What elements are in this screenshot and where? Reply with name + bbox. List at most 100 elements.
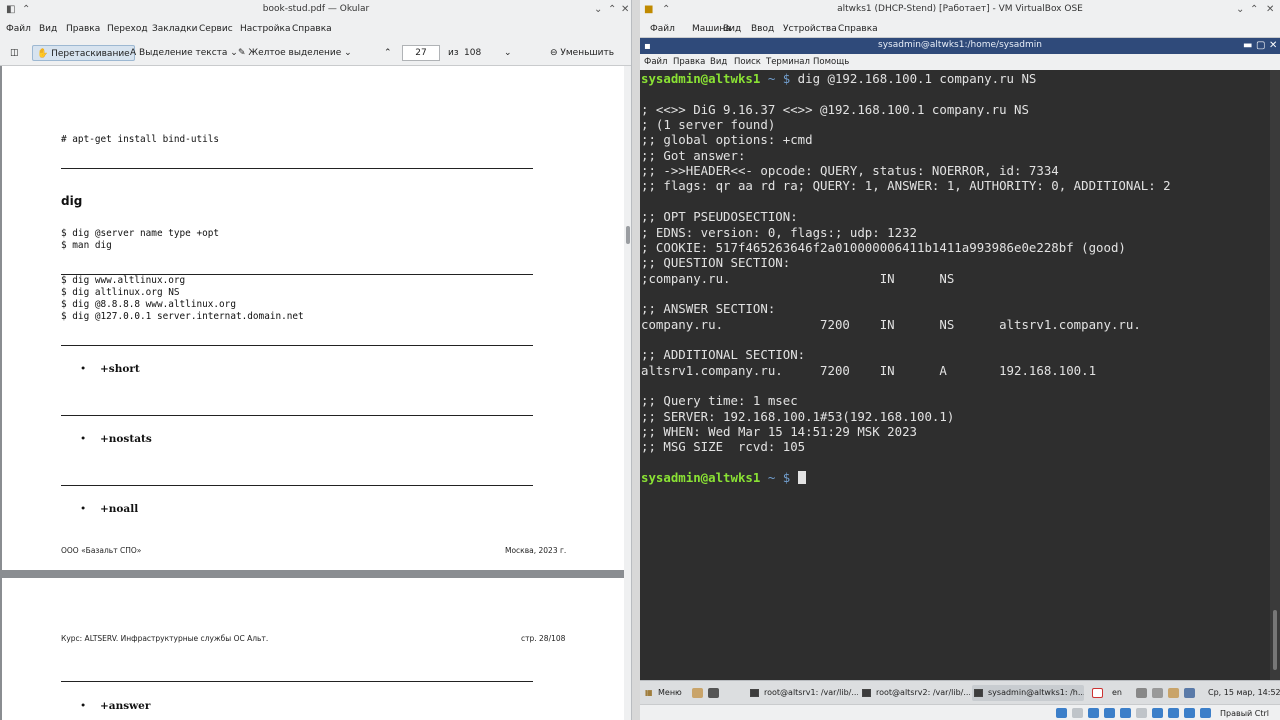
page-total: 108 bbox=[464, 48, 482, 58]
cpu-icon[interactable] bbox=[1184, 708, 1195, 718]
menu-edit[interactable]: Правка bbox=[673, 57, 705, 67]
minimize-icon[interactable]: ⌄ bbox=[594, 3, 602, 17]
start-menu-label: Меню bbox=[658, 688, 682, 697]
terminal-icon bbox=[862, 689, 871, 697]
hard-disk-icon[interactable] bbox=[1056, 708, 1067, 718]
menu-devices[interactable]: Устройства bbox=[783, 24, 837, 34]
display-icon[interactable] bbox=[1184, 688, 1195, 698]
scrollbar-thumb[interactable] bbox=[626, 226, 630, 244]
terminal-title: sysadmin@altwks1:/home/sysadmin bbox=[878, 40, 1042, 50]
battery-icon[interactable] bbox=[1152, 688, 1163, 698]
maximize-icon[interactable]: ▢ bbox=[1256, 39, 1265, 53]
taskbar-task[interactable]: root@altsrv1: /var/lib/... bbox=[748, 685, 858, 701]
menu-tools[interactable]: Сервис bbox=[199, 24, 233, 34]
task-label: root@altsrv1: /var/lib/... bbox=[764, 688, 858, 697]
prev-page-icon[interactable]: ⌃ bbox=[380, 45, 396, 61]
terminal-icon bbox=[750, 689, 759, 697]
divider bbox=[61, 681, 533, 682]
maximize-icon[interactable]: ⌃ bbox=[1250, 3, 1258, 17]
taskbar-task[interactable]: root@altsrv2: /var/lib/... bbox=[860, 685, 970, 701]
shared-folders-icon[interactable] bbox=[1136, 708, 1147, 718]
section-heading: dig bbox=[61, 194, 83, 208]
virtualbox-titlebar[interactable]: ■ ⌃ altwks1 (DHCP-Stend) [Работает] - VM… bbox=[640, 0, 1280, 20]
okular-window: ◧ ⌃ book-stud.pdf — Okular ⌄ ⌃ ✕ Файл Ви… bbox=[0, 0, 632, 720]
menu-search[interactable]: Поиск bbox=[734, 57, 761, 67]
sidebar-toggle-icon[interactable]: ◫ bbox=[6, 45, 23, 61]
next-page-icon[interactable]: ⌄ bbox=[500, 45, 516, 61]
scrollbar-thumb[interactable] bbox=[1273, 610, 1277, 670]
recording-icon[interactable] bbox=[1168, 708, 1179, 718]
minimize-icon[interactable]: ⌄ bbox=[1236, 3, 1244, 17]
page-footer-left: ООО «Базальт СПО» bbox=[61, 546, 142, 555]
optical-drive-icon[interactable] bbox=[1072, 708, 1083, 718]
pdf-page: # apt-get install bind-utils dig $ dig @… bbox=[2, 66, 624, 570]
select-text-label: Выделение текста bbox=[139, 48, 228, 58]
terminal-launcher-icon[interactable] bbox=[708, 688, 719, 698]
menu-help[interactable]: Справка bbox=[838, 24, 878, 34]
terminal-line: ;; Query time: 1 msec bbox=[641, 393, 798, 409]
okular-titlebar[interactable]: ◧ ⌃ book-stud.pdf — Okular ⌄ ⌃ ✕ bbox=[0, 0, 631, 20]
menu-input[interactable]: Ввод bbox=[751, 24, 774, 34]
keyboard-layout-indicator[interactable]: en bbox=[1110, 685, 1122, 701]
list-item: • +nostats bbox=[80, 433, 152, 445]
code-line: $ dig @127.0.0.1 server.internat.domain.… bbox=[61, 311, 304, 322]
taskbar-task-active[interactable]: sysadmin@altwks1: /h... bbox=[972, 685, 1084, 701]
prompt-user: sysadmin@altwks1 bbox=[641, 71, 761, 86]
file-manager-icon[interactable] bbox=[692, 688, 703, 698]
option-label: +short bbox=[100, 363, 140, 375]
list-item: • +short bbox=[80, 363, 140, 375]
close-icon[interactable]: ✕ bbox=[1269, 39, 1277, 53]
option-label: +answer bbox=[100, 700, 151, 712]
menu-go[interactable]: Переход bbox=[107, 24, 148, 34]
select-text-button[interactable]: A Выделение текста ⌄ bbox=[126, 45, 242, 61]
menu-view[interactable]: Вид bbox=[39, 24, 57, 34]
pdf-page: Курс: ALTSERV. Инфраструктурные службы О… bbox=[2, 578, 624, 720]
zoom-out-button[interactable]: ⊖ Уменьшить bbox=[546, 45, 618, 61]
page-footer-right: Москва, 2023 г. bbox=[505, 546, 567, 555]
menu-view[interactable]: Вид bbox=[710, 57, 727, 67]
usb-icon[interactable] bbox=[1120, 708, 1131, 718]
prompt-path: ~ bbox=[760, 470, 783, 486]
start-menu-button[interactable]: ▦ Меню bbox=[644, 685, 682, 701]
display-icon[interactable] bbox=[1152, 708, 1163, 718]
menu-file[interactable]: Файл bbox=[644, 57, 667, 67]
virtualbox-window: ■ ⌃ altwks1 (DHCP-Stend) [Работает] - VM… bbox=[640, 0, 1280, 720]
close-icon[interactable]: ✕ bbox=[621, 3, 629, 17]
menu-file[interactable]: Файл bbox=[6, 24, 31, 34]
minimize-icon[interactable]: ▬ bbox=[1243, 39, 1252, 53]
close-icon[interactable]: ✕ bbox=[1266, 3, 1274, 17]
drag-mode-button[interactable]: ✋ Перетаскивание bbox=[32, 45, 135, 61]
menu-terminal[interactable]: Терминал bbox=[766, 57, 810, 67]
maximize-icon[interactable]: ⌃ bbox=[608, 3, 616, 17]
menu-edit[interactable]: Правка bbox=[66, 24, 100, 34]
highlight-button[interactable]: ✎ Желтое выделение ⌄ bbox=[234, 45, 356, 61]
document-scrollbar[interactable] bbox=[624, 66, 631, 720]
terminal-line: altsrv1.company.ru. 7200 IN A 192.168.10… bbox=[641, 362, 1097, 378]
terminal-menubar: Файл Правка Вид Поиск Терминал Помощь bbox=[640, 54, 1280, 70]
clipboard-icon[interactable] bbox=[1168, 688, 1179, 698]
menu-help[interactable]: Помощь bbox=[813, 57, 849, 67]
menu-view[interactable]: Вид bbox=[723, 24, 741, 34]
terminal-line: ;; ->>HEADER<<- opcode: QUERY, status: N… bbox=[641, 163, 1059, 179]
zoom-out-label: Уменьшить bbox=[560, 48, 615, 58]
document-view[interactable]: # apt-get install bind-utils dig $ dig @… bbox=[0, 66, 631, 720]
terminal-output[interactable]: sysadmin@altwks1 ~ $ dig @192.168.100.1 … bbox=[640, 70, 1270, 680]
terminal-line: ;; Got answer: bbox=[641, 147, 746, 163]
menu-settings[interactable]: Настройка bbox=[240, 24, 291, 34]
audio-icon[interactable] bbox=[1088, 708, 1099, 718]
code-line: $ dig www.altlinux.org bbox=[61, 275, 186, 286]
menu-file[interactable]: Файл bbox=[650, 24, 675, 34]
command-text: dig @192.168.100.1 company.ru NS bbox=[797, 71, 1037, 86]
task-label: root@altsrv2: /var/lib/... bbox=[876, 688, 970, 697]
network-adapter-icon[interactable] bbox=[1104, 708, 1115, 718]
terminal-scrollbar[interactable] bbox=[1270, 70, 1280, 680]
window-title: book-stud.pdf — Okular bbox=[262, 4, 370, 14]
network-icon[interactable] bbox=[1092, 688, 1103, 698]
menu-bookmarks[interactable]: Закладки bbox=[152, 24, 198, 34]
volume-icon[interactable] bbox=[1136, 688, 1147, 698]
menu-help[interactable]: Справка bbox=[292, 24, 332, 34]
prompt: sysadmin@altwks1 ~ $ bbox=[641, 71, 798, 86]
page-number-input[interactable]: 27 bbox=[402, 45, 440, 61]
terminal-titlebar[interactable]: ▪ sysadmin@altwks1:/home/sysadmin ▬ ▢ ✕ bbox=[640, 38, 1280, 54]
menu-icon: ▦ bbox=[645, 688, 653, 697]
